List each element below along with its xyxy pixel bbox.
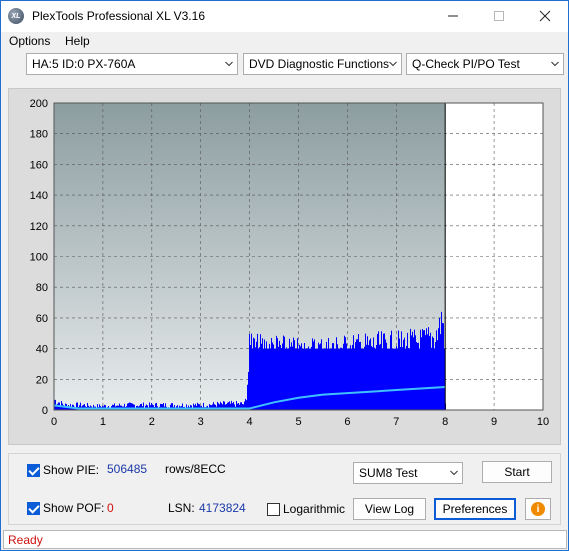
x-tick-label: 5: [295, 416, 301, 428]
pie-unit: rows/8ECC: [165, 462, 226, 476]
y-tick-label: 140: [30, 190, 48, 202]
x-tick-label: 8: [442, 416, 448, 428]
chart-panel: 0 1 2 3 4 5 6 7 8 9 10 0 20 40 60 80 100 120 140 160 180 200: [8, 88, 561, 445]
preferences-label: Preferences: [442, 502, 508, 516]
test-select[interactable]: Q-Check PI/PO Test: [406, 53, 564, 75]
minimize-button[interactable]: [430, 1, 476, 31]
x-tick-label: 10: [537, 416, 549, 428]
x-tick-label: 7: [393, 416, 399, 428]
y-tick-label: 200: [30, 98, 48, 110]
start-button[interactable]: Start: [482, 461, 552, 483]
test-mode-value: SUM8 Test: [359, 466, 418, 480]
test-select-value: Q-Check PI/PO Test: [412, 57, 520, 71]
info-icon-glyph: i: [536, 503, 540, 515]
x-tick-label: 2: [149, 416, 155, 428]
x-tick-label: 4: [247, 416, 253, 428]
maximize-icon: [494, 11, 504, 21]
minimize-icon: [448, 15, 458, 17]
show-pie-checkbox[interactable]: [27, 464, 40, 477]
y-tick-label: 20: [36, 374, 48, 386]
main-window: XL PlexTools Professional XL V3.16 Optio…: [0, 0, 569, 551]
x-tick-label: 0: [51, 416, 57, 428]
info-icon: i: [531, 502, 545, 516]
x-tick-label: 6: [344, 416, 350, 428]
start-button-label: Start: [504, 465, 530, 479]
drive-select-value: HA:5 ID:0 PX-760A: [32, 57, 136, 71]
y-tick-label: 100: [30, 252, 48, 264]
title-bar[interactable]: XL PlexTools Professional XL V3.16: [1, 1, 568, 32]
close-icon: [539, 10, 551, 22]
lsn-label: LSN:: [168, 501, 195, 515]
toolbar: HA:5 ID:0 PX-760A DVD Diagnostic Functio…: [1, 53, 568, 79]
function-select-value: DVD Diagnostic Functions: [249, 57, 390, 71]
function-select[interactable]: DVD Diagnostic Functions: [243, 53, 402, 75]
y-tick-label: 60: [36, 313, 48, 325]
x-tick-label: 3: [198, 416, 204, 428]
logarithmic-checkbox[interactable]: [267, 503, 280, 516]
lsn-value: 4173824: [199, 501, 246, 515]
test-mode-select[interactable]: SUM8 Test: [353, 462, 463, 484]
status-bar: Ready: [3, 530, 567, 549]
info-button[interactable]: i: [525, 498, 551, 520]
y-tick-label: 0: [42, 405, 48, 417]
controls-panel: Show PIE: 506485 rows/8ECC SUM8 Test Sta…: [8, 453, 561, 525]
chevron-down-icon: [225, 61, 233, 67]
preferences-button[interactable]: Preferences: [434, 498, 516, 520]
y-tick-label: 40: [36, 344, 48, 356]
view-log-button[interactable]: View Log: [353, 498, 426, 520]
menu-help[interactable]: Help: [65, 34, 90, 48]
x-tick-label: 1: [100, 416, 106, 428]
show-pie-label: Show PIE:: [43, 463, 100, 477]
show-pof-label: Show POF:: [43, 501, 105, 515]
menu-bar: Options Help: [1, 32, 568, 51]
menu-options[interactable]: Options: [9, 34, 50, 48]
status-text: Ready: [8, 533, 43, 547]
app-icon: XL: [8, 8, 24, 24]
chevron-down-icon: [551, 61, 559, 67]
pof-value: 0: [107, 501, 114, 515]
show-pof-checkbox[interactable]: [27, 502, 40, 515]
pie-value: 506485: [107, 462, 148, 476]
window-title: PlexTools Professional XL V3.16: [32, 9, 205, 23]
y-tick-label: 160: [30, 159, 48, 171]
app-icon-text: XL: [11, 12, 21, 20]
pi-po-chart: 0 1 2 3 4 5 6 7 8 9 10020406080100120140160180200: [30, 98, 549, 428]
y-tick-label: 180: [30, 129, 48, 141]
logarithmic-label: Logarithmic: [283, 502, 346, 516]
view-log-label: View Log: [364, 502, 415, 516]
drive-select[interactable]: HA:5 ID:0 PX-760A: [26, 53, 238, 75]
y-tick-label: 120: [30, 221, 48, 233]
maximize-button: [476, 1, 522, 31]
chevron-down-icon: [450, 470, 458, 476]
y-tick-label: 80: [36, 282, 48, 294]
x-tick-label: 9: [491, 416, 497, 428]
close-button[interactable]: [522, 1, 568, 31]
chevron-down-icon: [389, 61, 397, 67]
